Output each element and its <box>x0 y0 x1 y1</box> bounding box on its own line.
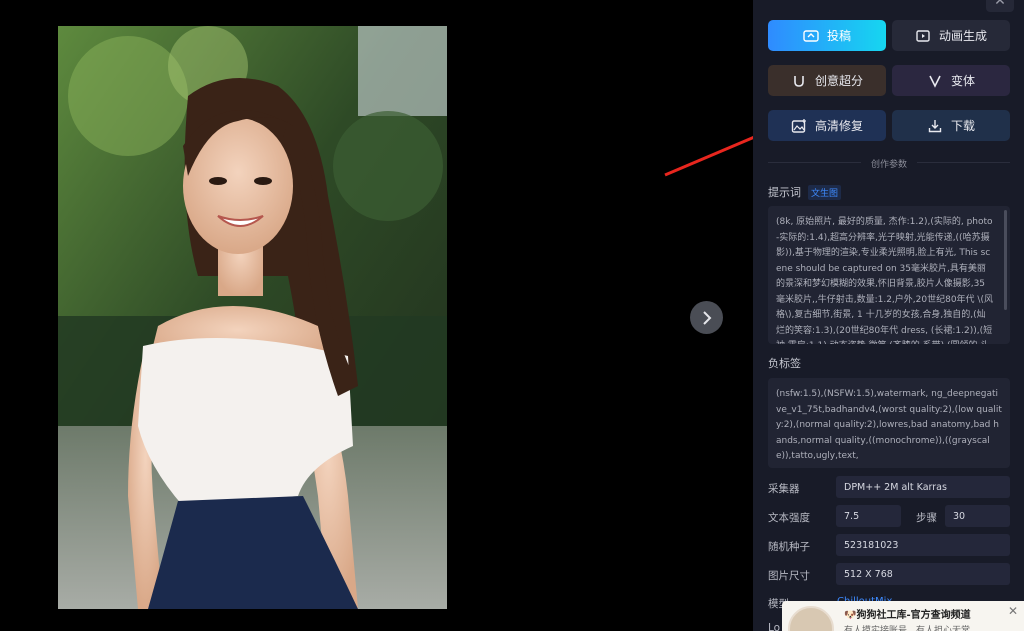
hd-repair-label: 高清修复 <box>814 119 863 133</box>
prompt-content: (8k, 原始照片, 最好的质量, 杰作:1.2),(实际的, photo-实际… <box>776 217 993 344</box>
sampler-value: DPM++ 2M alt Karras <box>836 476 1010 498</box>
close-icon: ✕ <box>994 0 1006 9</box>
film-icon <box>915 28 931 44</box>
steps-value: 30 <box>945 505 1010 527</box>
size-value: 512 X 768 <box>836 563 1010 585</box>
creative-upscale-label: 创意超分 <box>814 74 863 88</box>
cfg-label: 文本强度 <box>768 512 810 524</box>
download-icon <box>927 118 943 134</box>
download-label: 下载 <box>950 119 975 133</box>
image-enhance-icon <box>791 118 807 134</box>
promo-title: 🐶狗狗社工库-官方查询频道 <box>844 610 971 621</box>
negative-text[interactable]: (nsfw:1.5),(NSFW:1.5),watermark, ng_deep… <box>768 378 1010 468</box>
sampler-label: 采集器 <box>768 483 800 495</box>
hd-repair-button[interactable]: 高清修复 <box>768 110 886 141</box>
lora-label: Lo <box>768 622 781 631</box>
chevron-right-icon <box>702 310 711 325</box>
promo-popup[interactable]: 🐶狗狗社工库-官方查询频道 有人摸实接账号，有人担心无常 ✕ <box>782 601 1024 631</box>
variant-label: 变体 <box>950 74 975 88</box>
negative-label: 负标签 <box>768 357 801 370</box>
section-divider: 创作参数 <box>768 153 1010 173</box>
promo-subtitle: 有人摸实接账号，有人担心无常 <box>844 626 971 631</box>
animation-label: 动画生成 <box>938 29 987 43</box>
image-viewer <box>0 0 753 631</box>
prompt-scrollbar[interactable] <box>1004 210 1007 310</box>
magnet-icon <box>791 73 807 89</box>
upload-icon <box>803 28 819 44</box>
download-button[interactable]: 下载 <box>892 110 1010 141</box>
animation-button[interactable]: 动画生成 <box>892 20 1010 51</box>
prompt-label: 提示词 <box>768 186 801 199</box>
prompt-tag: 文生图 <box>808 185 842 200</box>
prompt-text[interactable]: (8k, 原始照片, 最好的质量, 杰作:1.2),(实际的, photo-实际… <box>768 206 1010 344</box>
post-button[interactable]: 投稿 <box>768 20 886 51</box>
section-title: 创作参数 <box>860 156 917 170</box>
generated-image[interactable] <box>58 26 447 609</box>
post-label: 投稿 <box>826 29 851 43</box>
detail-panel: ✕ 投稿 动画生成 创意超分 变体 高清修复 下载 创作参数 提示词 文生图 (… <box>753 0 1024 631</box>
steps-label: 步骤 <box>916 512 937 524</box>
variant-button[interactable]: 变体 <box>892 65 1010 96</box>
promo-avatar <box>788 606 834 631</box>
cfg-value: 7.5 <box>836 505 901 527</box>
negative-content: (nsfw:1.5),(NSFW:1.5),watermark, ng_deep… <box>776 389 1002 461</box>
size-label: 图片尺寸 <box>768 570 810 582</box>
next-image-button[interactable] <box>690 301 723 334</box>
variant-icon <box>927 73 943 89</box>
creative-upscale-button[interactable]: 创意超分 <box>768 65 886 96</box>
close-button[interactable]: ✕ <box>986 0 1014 12</box>
seed-value: 523181023 <box>836 534 1010 556</box>
promo-close-icon[interactable]: ✕ <box>1008 604 1018 618</box>
seed-label: 随机种子 <box>768 541 810 553</box>
